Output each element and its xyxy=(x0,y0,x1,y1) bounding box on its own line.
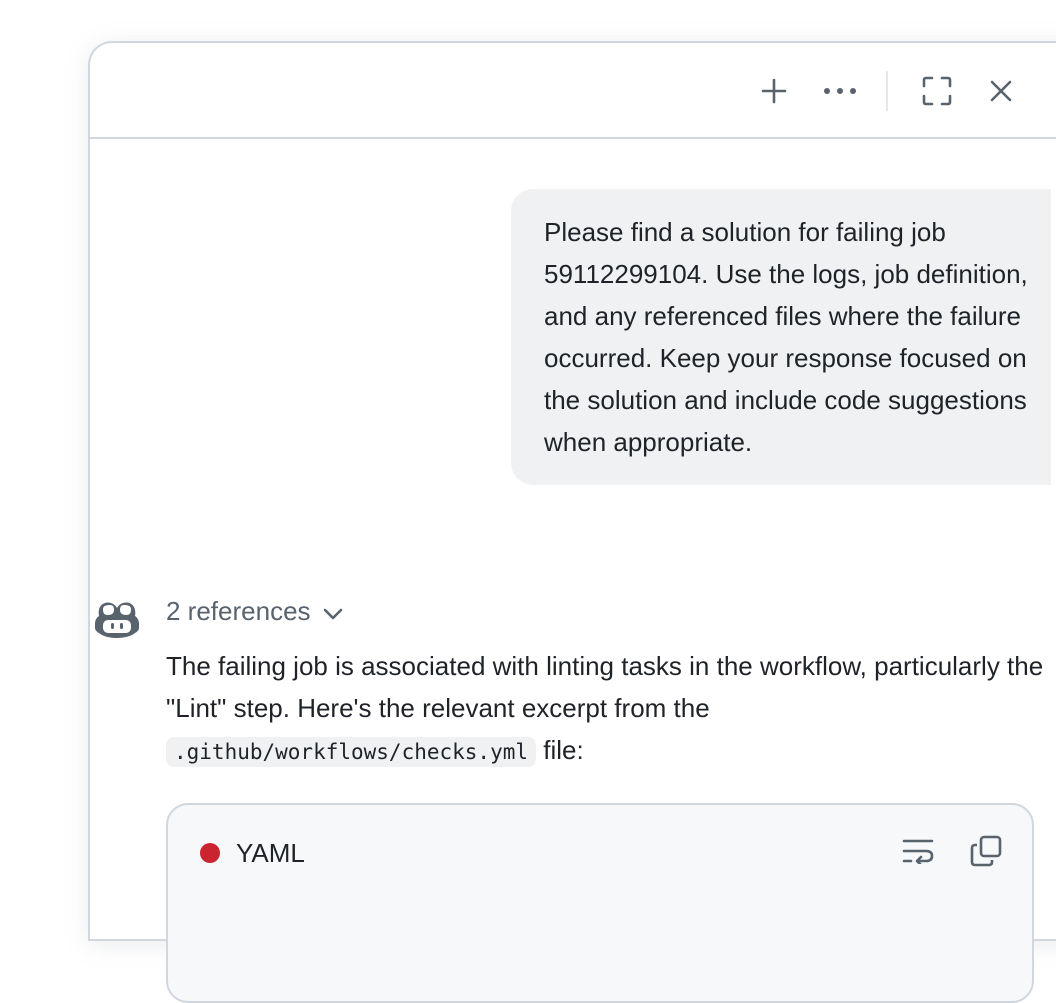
inline-code-file-path: .github/workflows/checks.yml xyxy=(166,737,537,767)
new-conversation-button[interactable] xyxy=(754,71,794,111)
code-language-label: YAML xyxy=(236,838,305,868)
word-wrap-icon xyxy=(902,838,934,869)
kebab-horizontal-icon xyxy=(822,86,858,96)
screen-full-icon xyxy=(922,76,952,106)
chevron-down-icon xyxy=(323,596,343,627)
word-wrap-button[interactable] xyxy=(898,833,938,873)
x-icon xyxy=(990,80,1012,102)
header-divider xyxy=(886,71,888,111)
copilot-icon xyxy=(92,597,142,639)
panel-header xyxy=(90,43,1056,139)
assistant-answer: The failing job is associated with linti… xyxy=(166,645,1046,773)
code-block-header: YAML xyxy=(168,805,1032,901)
references-label: 2 references xyxy=(166,595,311,626)
plus-icon xyxy=(761,78,787,104)
more-options-button[interactable] xyxy=(820,71,860,111)
answer-text-end: file: xyxy=(543,735,584,765)
fullscreen-button[interactable] xyxy=(917,71,957,111)
language-color-dot xyxy=(200,843,220,863)
references-toggle[interactable]: 2 references xyxy=(166,589,343,633)
close-button[interactable] xyxy=(981,71,1021,111)
code-block: YAML xyxy=(166,803,1034,1003)
copy-icon xyxy=(970,835,1002,872)
user-message: Please find a solution for failing job 5… xyxy=(511,189,1051,485)
copy-button[interactable] xyxy=(966,833,1006,873)
answer-text: The failing job is associated with linti… xyxy=(166,651,1044,723)
copilot-chat-panel: Please find a solution for failing job 5… xyxy=(88,41,1056,1003)
